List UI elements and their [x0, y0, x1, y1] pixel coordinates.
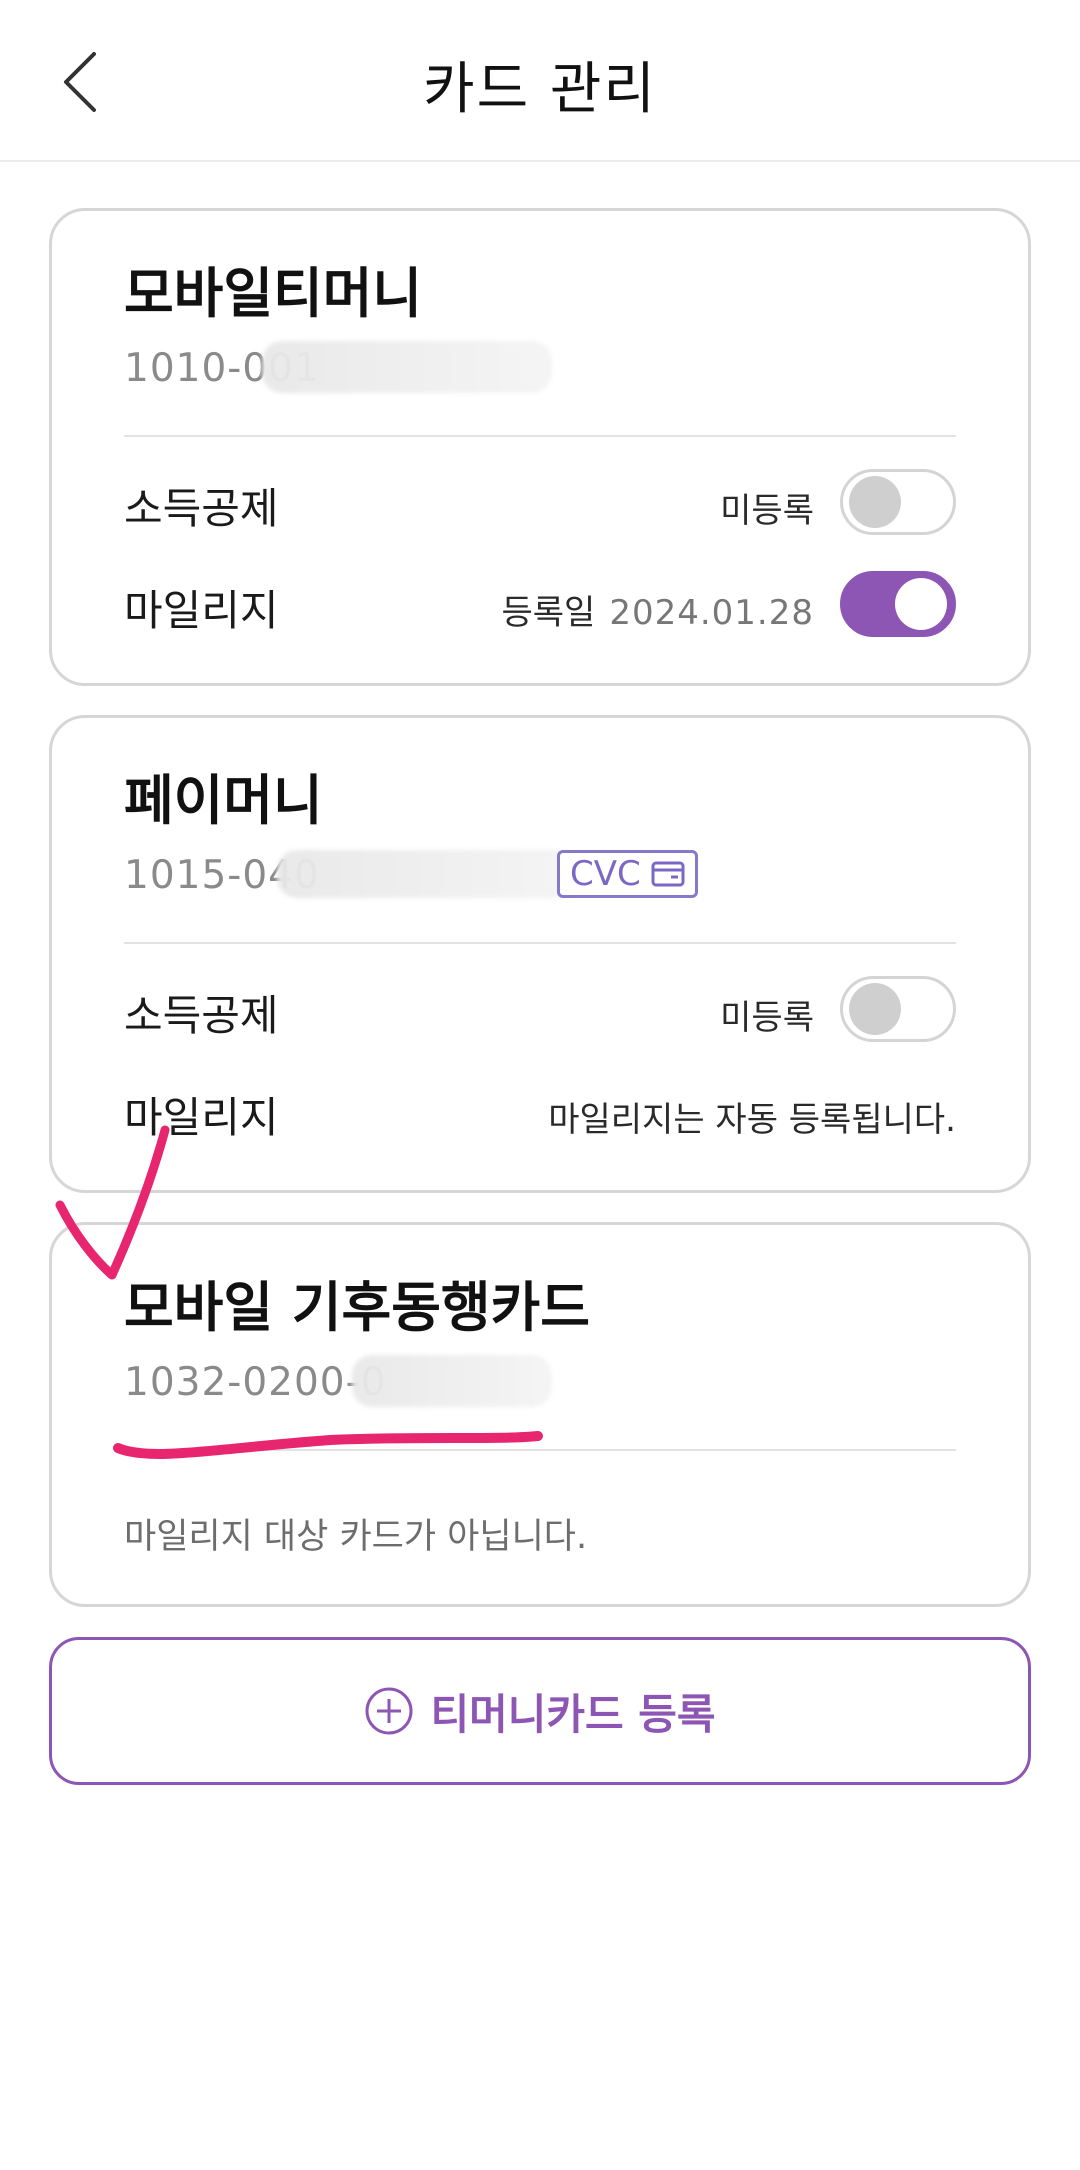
register-label: 티머니카드 등록: [430, 1689, 716, 1739]
divider: [124, 942, 956, 944]
divider: [124, 435, 956, 437]
card-name: 페이머니: [124, 769, 323, 832]
card-name: 모바일티머니: [124, 262, 423, 325]
income-deduction-label: 소득공제: [124, 991, 279, 1040]
cvc-button[interactable]: CVC: [557, 850, 698, 898]
income-deduction-status: 미등록: [720, 491, 814, 531]
toggle-knob: [849, 476, 901, 528]
card-number: 1032-0200-0: [124, 1360, 387, 1405]
mileage-auto-note: 마일리지는 자동 등록됩니다.: [548, 1100, 956, 1140]
page-title: 카드 관리: [423, 57, 657, 122]
toggle-knob: [849, 983, 901, 1035]
card-climate-pass[interactable]: 모바일 기후동행카드 1032-0200-0 마일리지 대상 카드가 아닙니다.: [49, 1222, 1031, 1607]
app-header: 카드 관리: [0, 0, 1080, 162]
plus-circle-icon: [365, 1687, 413, 1735]
toggle-knob: [895, 578, 947, 630]
redaction-blur: [262, 341, 552, 393]
mileage-label: 마일리지: [124, 586, 279, 635]
income-deduction-toggle[interactable]: [840, 976, 956, 1042]
register-tmoney-card-button[interactable]: 티머니카드 등록: [49, 1637, 1031, 1785]
card-icon: [651, 861, 685, 887]
redaction-blur: [277, 850, 577, 898]
income-deduction-label: 소득공제: [124, 484, 279, 533]
cvc-label: CVC: [570, 854, 641, 894]
registered-label: 등록일: [501, 593, 596, 633]
card-name: 모바일 기후동행카드: [124, 1276, 590, 1339]
registered-date: 2024.01.28: [609, 593, 814, 633]
mileage-not-eligible-note: 마일리지 대상 카드가 아닙니다.: [124, 1517, 588, 1557]
card-mobile-tmoney[interactable]: 모바일티머니 1010-001 소득공제 미등록 마일리지 등록일 2024.01…: [49, 208, 1031, 686]
income-deduction-toggle[interactable]: [840, 469, 956, 535]
card-paymoney[interactable]: 페이머니 1015-040 CVC 소득공제 미등록 마일리지 마일리지는 자동…: [49, 715, 1031, 1193]
divider: [124, 1449, 956, 1451]
mileage-label: 마일리지: [124, 1093, 279, 1142]
income-deduction-status: 미등록: [720, 998, 814, 1038]
mileage-status: 등록일 2024.01.28: [501, 585, 814, 634]
redaction-blur: [352, 1355, 552, 1407]
mileage-toggle[interactable]: [840, 571, 956, 637]
